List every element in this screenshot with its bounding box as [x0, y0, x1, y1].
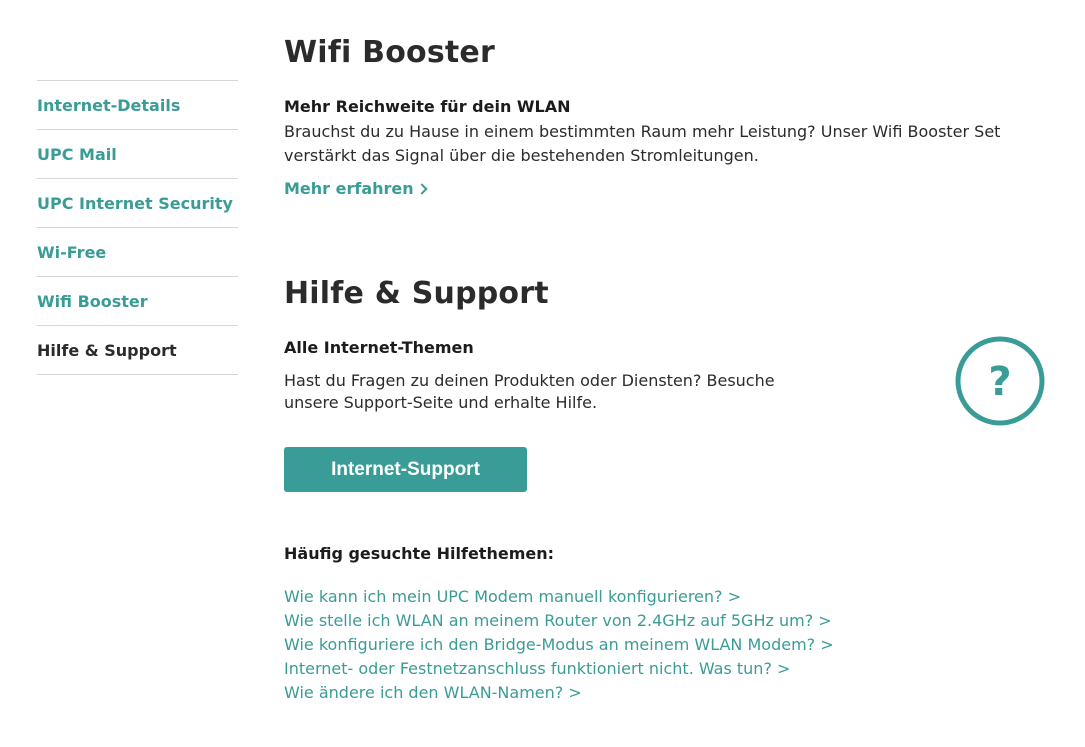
sidebar-item-internet-details[interactable]: Internet-Details: [37, 81, 238, 130]
sidebar-nav: Internet-Details UPC Mail UPC Internet S…: [37, 80, 238, 375]
sidebar-item-wifi-booster[interactable]: Wifi Booster: [37, 277, 238, 326]
mehr-erfahren-link[interactable]: Mehr erfahren: [284, 179, 428, 198]
svg-text:?: ?: [988, 359, 1011, 405]
faq-link[interactable]: Wie stelle ich WLAN an meinem Router von…: [284, 609, 834, 633]
faq-title: Häufig gesuchte Hilfethemen:: [284, 544, 554, 563]
internet-support-button[interactable]: Internet-Support: [284, 447, 527, 492]
faq-link-list: Wie kann ich mein UPC Modem manuell konf…: [284, 585, 834, 705]
faq-link[interactable]: Wie konfiguriere ich den Bridge-Modus an…: [284, 633, 834, 657]
sidebar-item-hilfe-support[interactable]: Hilfe & Support: [37, 326, 238, 375]
wifi-booster-subtitle: Mehr Reichweite für dein WLAN: [284, 97, 571, 116]
internet-themen-subtitle: Alle Internet-Themen: [284, 338, 474, 357]
faq-link[interactable]: Wie kann ich mein UPC Modem manuell konf…: [284, 585, 834, 609]
support-description: Hast du Fragen zu deinen Produkten oder …: [284, 371, 775, 412]
wifi-booster-description: Brauchst du zu Hause in einem bestimmten…: [284, 122, 1001, 165]
wifi-booster-title: Wifi Booster: [284, 35, 495, 70]
question-circle-icon: ?: [955, 336, 1045, 426]
faq-link[interactable]: Wie ändere ich den WLAN-Namen? >: [284, 681, 834, 705]
mehr-erfahren-label: Mehr erfahren: [284, 179, 414, 198]
sidebar-item-upc-mail[interactable]: UPC Mail: [37, 130, 238, 179]
faq-link[interactable]: Internet- oder Festnetzanschluss funktio…: [284, 657, 834, 681]
hilfe-support-title: Hilfe & Support: [284, 276, 549, 311]
page: Internet-Details UPC Mail UPC Internet S…: [0, 0, 1085, 747]
sidebar-item-upc-internet-security[interactable]: UPC Internet Security: [37, 179, 238, 228]
chevron-right-icon: [415, 183, 428, 195]
sidebar-item-wi-free[interactable]: Wi-Free: [37, 228, 238, 277]
